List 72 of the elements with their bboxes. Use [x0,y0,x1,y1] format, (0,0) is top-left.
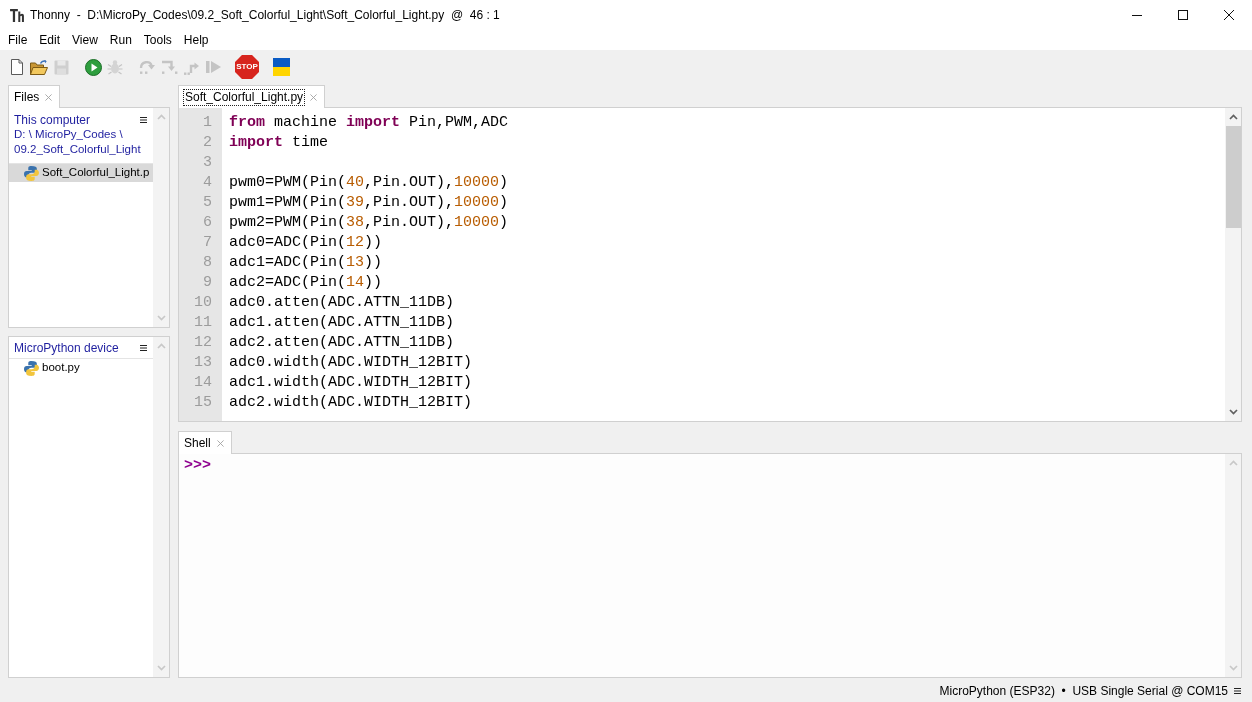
shell-console[interactable]: >>> [178,453,1242,678]
python-file-icon [24,360,39,376]
code-line: adc0.width(ADC.WIDTH_12BIT) [229,354,473,371]
code-line: adc0=ADC(Pin(12)) [229,234,383,251]
line-number: 7 [203,234,212,251]
code-line: import time [229,134,329,151]
line-number: 8 [203,254,212,271]
tab[interactable]: Files [8,85,61,108]
close-icon [1224,10,1234,20]
chevron-up-icon[interactable] [1228,114,1238,120]
play-bar-icon [205,61,221,73]
menu-item[interactable]: Tools [137,30,178,50]
stop-sign-button[interactable]: STOP [235,55,259,79]
code-line: adc2.atten(ADC.ATTN_11DB) [229,334,455,351]
line-number: 2 [203,134,212,151]
folder-icon [30,59,48,75]
line-number: 13 [194,354,212,371]
python-file-icon [24,165,39,181]
menu-item[interactable]: File [2,30,34,50]
pane-title: This computer [14,111,91,129]
code-line: pwm1=PWM(Pin(39,Pin.OUT),10000) [229,194,509,211]
line-number: 3 [203,154,212,171]
vertical-scrollbar[interactable] [1225,108,1241,421]
window-title: Thonny - D:\MicroPy_Codes\09.2_Soft_Colorful_Light\Soft_Colorful_Light.py @ 46 : 1 [30,7,500,24]
menu-item[interactable]: Run [103,30,138,50]
page-icon [11,59,23,75]
line-number: 5 [203,194,212,211]
minimize-icon [1132,14,1142,16]
menu-item[interactable]: Help [177,30,215,50]
bug-icon [107,59,123,75]
close-icon[interactable] [216,439,224,447]
code-editor[interactable] [178,107,1242,422]
code-line: pwm2=PWM(Pin(38,Pin.OUT),10000) [229,214,509,231]
menu-item[interactable]: View [66,30,104,50]
menu-icon[interactable] [140,116,147,123]
scrollbar-thumb[interactable] [1225,126,1241,228]
curved-arrow-icon [138,60,156,74]
line-number: 10 [194,294,212,311]
tab[interactable]: Shell [178,431,232,454]
pane-title: MicroPython device [14,339,119,357]
code-line: adc0.atten(ADC.ATTN_11DB) [229,294,455,311]
line-number: 12 [194,334,212,351]
menu-icon[interactable] [1234,688,1241,694]
tab[interactable]: Soft_Colorful_Light.py [178,85,326,108]
line-number: 6 [203,214,212,231]
down-arrow-icon [160,60,178,74]
code-line: adc1=ADC(Pin(13)) [229,254,383,271]
code-line: adc1.width(ADC.WIDTH_12BIT) [229,374,473,391]
close-icon[interactable] [45,93,53,101]
path-link[interactable]: D: \ MicroPy_Codes \ 09.2_Soft_Colorful_Light [14,127,147,157]
tree-entry[interactable]: Soft_Colorful_Light.p [9,164,153,182]
play-icon [84,58,102,76]
chevron-down-icon[interactable] [1228,409,1238,415]
line-number: 11 [194,314,212,331]
app-logo-icon [10,8,24,22]
menu-item[interactable]: Edit [33,30,67,50]
line-number: 1 [203,114,212,131]
maximize-icon [1178,10,1188,20]
code-line: adc2=ADC(Pin(14)) [229,274,383,291]
line-number: 14 [194,374,212,391]
flag-icon [272,58,290,76]
code-line: adc2.width(ADC.WIDTH_12BIT) [229,394,473,411]
line-number: 4 [203,174,212,191]
interpreter-status[interactable]: MicroPython (ESP32) • USB Single Serial @ COM15 [939,682,1228,700]
code-line: pwm0=PWM(Pin(40,Pin.OUT),10000) [229,174,509,191]
code-line: from machine import Pin,PWM,ADC [229,114,509,131]
shell-prompt: >>> [184,457,211,474]
menu-icon[interactable] [140,344,147,351]
line-number: 15 [194,394,212,411]
line-number: 9 [203,274,212,291]
close-icon[interactable] [310,93,318,101]
code-line: adc1.atten(ADC.ATTN_11DB) [229,314,455,331]
